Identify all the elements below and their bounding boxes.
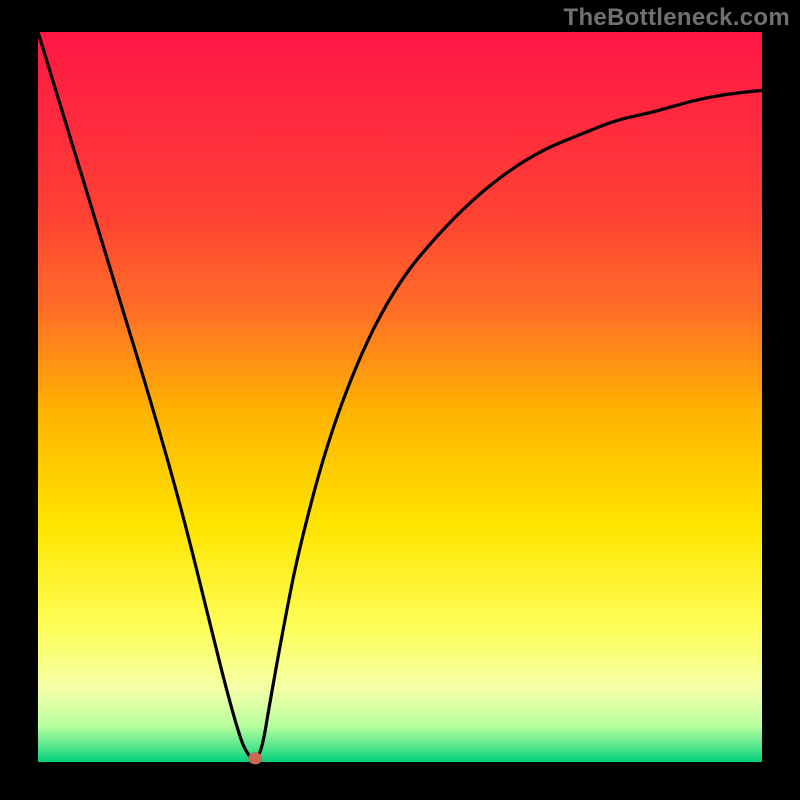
- plot-area: [38, 32, 762, 762]
- attribution-label: TheBottleneck.com: [564, 4, 790, 32]
- bottleneck-chart: [0, 0, 800, 800]
- optimal-marker: [248, 752, 262, 764]
- chart-container: TheBottleneck.com: [0, 0, 800, 800]
